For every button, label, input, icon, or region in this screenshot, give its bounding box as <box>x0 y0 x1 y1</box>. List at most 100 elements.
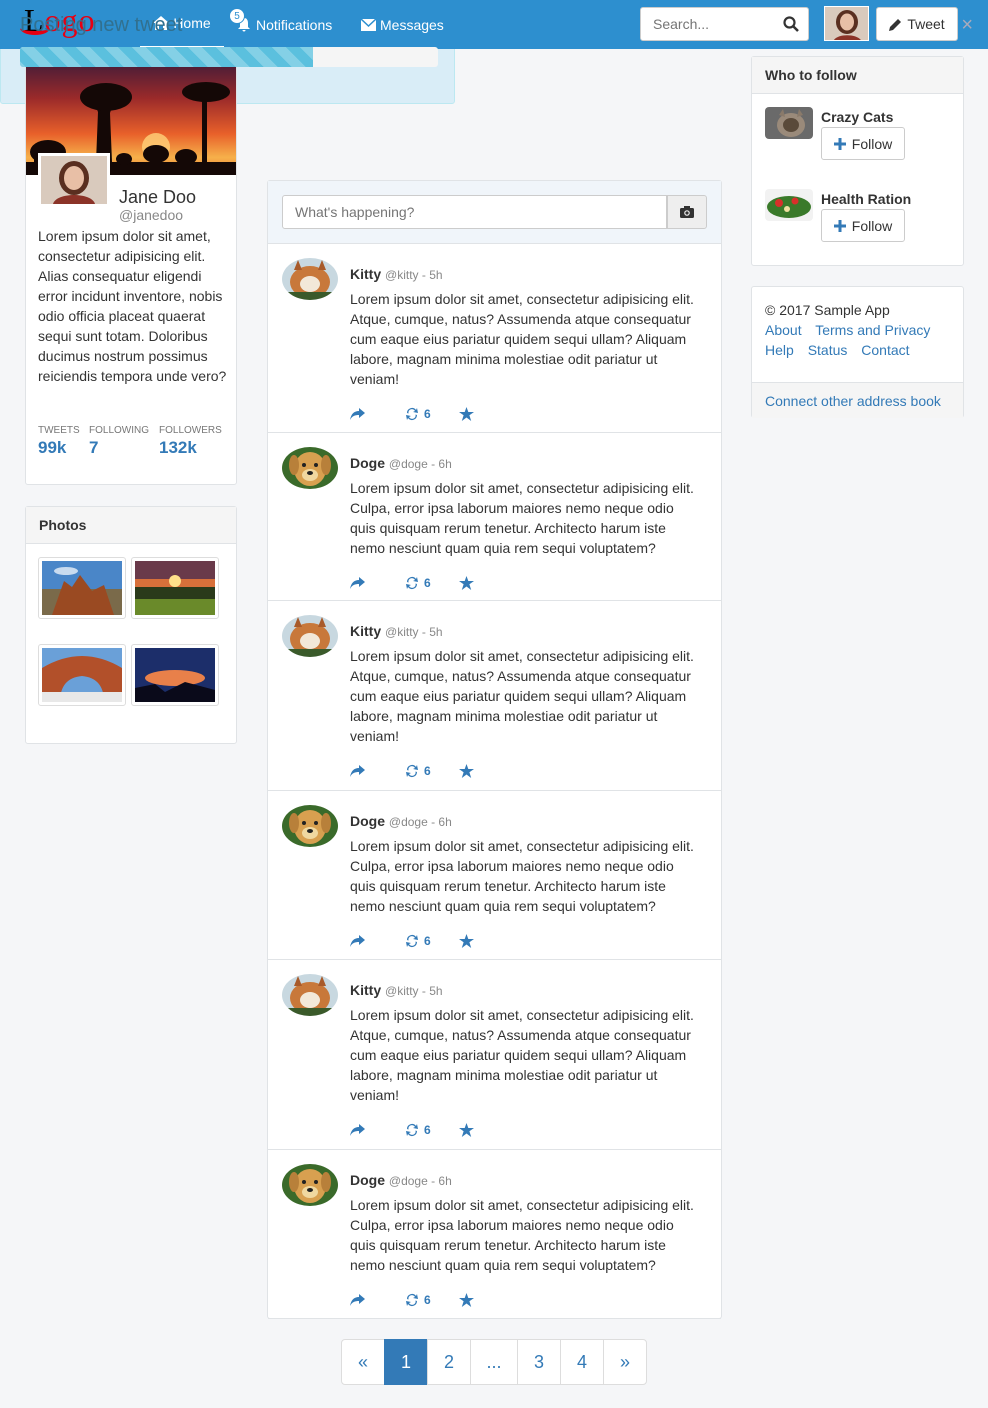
follow-button-label: Follow <box>851 217 893 234</box>
star-icon <box>458 1293 474 1307</box>
nav-messages-label: Messages <box>380 16 444 33</box>
page-1[interactable]: 1 <box>384 1339 428 1385</box>
plus-icon <box>833 219 846 232</box>
tweet-avatar[interactable] <box>282 258 338 300</box>
tweet-avatar[interactable] <box>282 805 338 847</box>
footer-link-about[interactable]: About <box>765 322 802 338</box>
photo-thumbnail[interactable] <box>38 557 126 619</box>
compose-input[interactable] <box>282 195 667 229</box>
follow-button[interactable]: Follow <box>821 209 905 242</box>
favorite-button[interactable] <box>458 407 474 421</box>
close-icon[interactable]: × <box>961 14 973 37</box>
profile-bio: Lorem ipsum dolor sit amet, consectetur … <box>38 228 227 384</box>
plus-icon <box>833 137 846 150</box>
tweet-item: Doge @doge - 6h Lorem ipsum dolor sit ame… <box>268 1150 721 1319</box>
tweet-author-name[interactable]: Kitty <box>350 623 381 639</box>
favorite-button[interactable] <box>458 1293 474 1307</box>
tweet-item: Kitty @kitty - 5h Lorem ipsum dolor sit a… <box>268 244 721 433</box>
footer-link-terms[interactable]: Terms and Privacy <box>815 322 930 338</box>
footer-links-row-1: About Terms and Privacy <box>765 322 940 338</box>
profile-avatar[interactable] <box>38 153 110 207</box>
reply-button[interactable] <box>350 1124 365 1136</box>
favorite-button[interactable] <box>458 934 474 948</box>
tweet-button[interactable]: Tweet <box>876 7 958 41</box>
tweet-author-name[interactable]: Kitty <box>350 266 381 282</box>
stat-following[interactable]: FOLLOWING 7 <box>89 425 149 458</box>
tweet-text: Lorem ipsum dolor sit amet, consectetur … <box>350 1197 694 1273</box>
star-icon <box>458 764 474 778</box>
tweet-avatar[interactable] <box>282 974 338 1016</box>
page-2[interactable]: 2 <box>427 1339 471 1385</box>
favorite-button[interactable] <box>458 1123 474 1137</box>
search-input[interactable] <box>641 8 771 40</box>
tweet-item: Kitty @kitty - 5h Lorem ipsum dolor sit a… <box>268 601 721 791</box>
follow-avatar[interactable] <box>765 189 813 221</box>
tweet-actions: 6 <box>350 576 474 590</box>
pagination-next[interactable]: » <box>603 1339 647 1385</box>
retweet-button[interactable]: 6 <box>405 764 431 778</box>
follow-button[interactable]: Follow <box>821 127 905 160</box>
tweet-author-name[interactable]: Kitty <box>350 982 381 998</box>
retweet-button[interactable]: 6 <box>405 1293 431 1307</box>
reply-button[interactable] <box>350 765 365 777</box>
tweet-author: Doge @doge - 6h <box>350 1172 452 1188</box>
favorite-button[interactable] <box>458 576 474 590</box>
tweet-button-label: Tweet <box>907 16 945 32</box>
retweet-button[interactable]: 6 <box>405 576 431 590</box>
retweet-count: 6 <box>424 576 431 590</box>
stat-tweets[interactable]: TWEETS 99k <box>38 425 80 458</box>
page-4[interactable]: 4 <box>560 1339 604 1385</box>
stat-followers[interactable]: FOLLOWERS 132k <box>159 425 222 458</box>
search-box <box>640 7 809 41</box>
retweet-icon <box>406 577 418 589</box>
profile-name[interactable]: Jane Doo <box>119 187 196 208</box>
follow-name[interactable]: Health Ration <box>821 191 911 207</box>
footer-link-help[interactable]: Help <box>765 342 794 358</box>
tweet-avatar[interactable] <box>282 1164 338 1206</box>
reply-button[interactable] <box>350 577 365 589</box>
tweet-meta: @doge - 6h <box>388 815 452 829</box>
retweet-count: 6 <box>424 407 431 421</box>
camera-button[interactable] <box>667 195 707 229</box>
footer-link-status[interactable]: Status <box>808 342 848 358</box>
follow-name[interactable]: Crazy Cats <box>821 109 893 125</box>
photo-thumbnail[interactable] <box>131 644 219 706</box>
reply-button[interactable] <box>350 935 365 947</box>
retweet-icon <box>406 1124 418 1136</box>
envelope-icon <box>361 18 376 31</box>
share-arrow-icon <box>350 1124 365 1136</box>
user-avatar[interactable] <box>824 6 869 41</box>
tweet-author-name[interactable]: Doge <box>350 813 385 829</box>
tweet-text: Lorem ipsum dolor sit amet, consectetur … <box>350 480 694 556</box>
tweet-author: Kitty @kitty - 5h <box>350 982 443 998</box>
tweet-author-name[interactable]: Doge <box>350 1172 385 1188</box>
retweet-button[interactable]: 6 <box>405 934 431 948</box>
photo-thumbnail[interactable] <box>131 557 219 619</box>
follow-button-label: Follow <box>851 135 893 152</box>
nav-notifications[interactable]: 5 Notifications <box>229 0 332 49</box>
tweet-avatar[interactable] <box>282 447 338 489</box>
reply-button[interactable] <box>350 408 365 420</box>
tweet-actions: 6 <box>350 764 474 778</box>
nav-messages[interactable]: Messages <box>361 0 444 49</box>
reply-button[interactable] <box>350 1294 365 1306</box>
tweet-meta: @kitty - 5h <box>385 984 443 998</box>
tweet-author: Kitty @kitty - 5h <box>350 266 443 282</box>
follow-avatar[interactable] <box>765 107 813 139</box>
tweet-author-name[interactable]: Doge <box>350 455 385 471</box>
posting-progress <box>20 47 438 67</box>
page-ellipsis[interactable]: ... <box>470 1339 518 1385</box>
connect-address-book-link[interactable]: Connect other address book <box>765 393 941 409</box>
retweet-button[interactable]: 6 <box>405 1123 431 1137</box>
retweet-button[interactable]: 6 <box>405 407 431 421</box>
search-icon[interactable] <box>783 16 799 32</box>
star-icon <box>458 407 474 421</box>
photo-thumbnail[interactable] <box>38 644 126 706</box>
favorite-button[interactable] <box>458 764 474 778</box>
tweet-meta: @kitty - 5h <box>385 268 443 282</box>
tweet-avatar[interactable] <box>282 615 338 657</box>
pagination-prev[interactable]: « <box>341 1339 385 1385</box>
connect-address-book: Connect other address book <box>752 382 963 418</box>
footer-link-contact[interactable]: Contact <box>861 342 909 358</box>
page-3[interactable]: 3 <box>517 1339 561 1385</box>
